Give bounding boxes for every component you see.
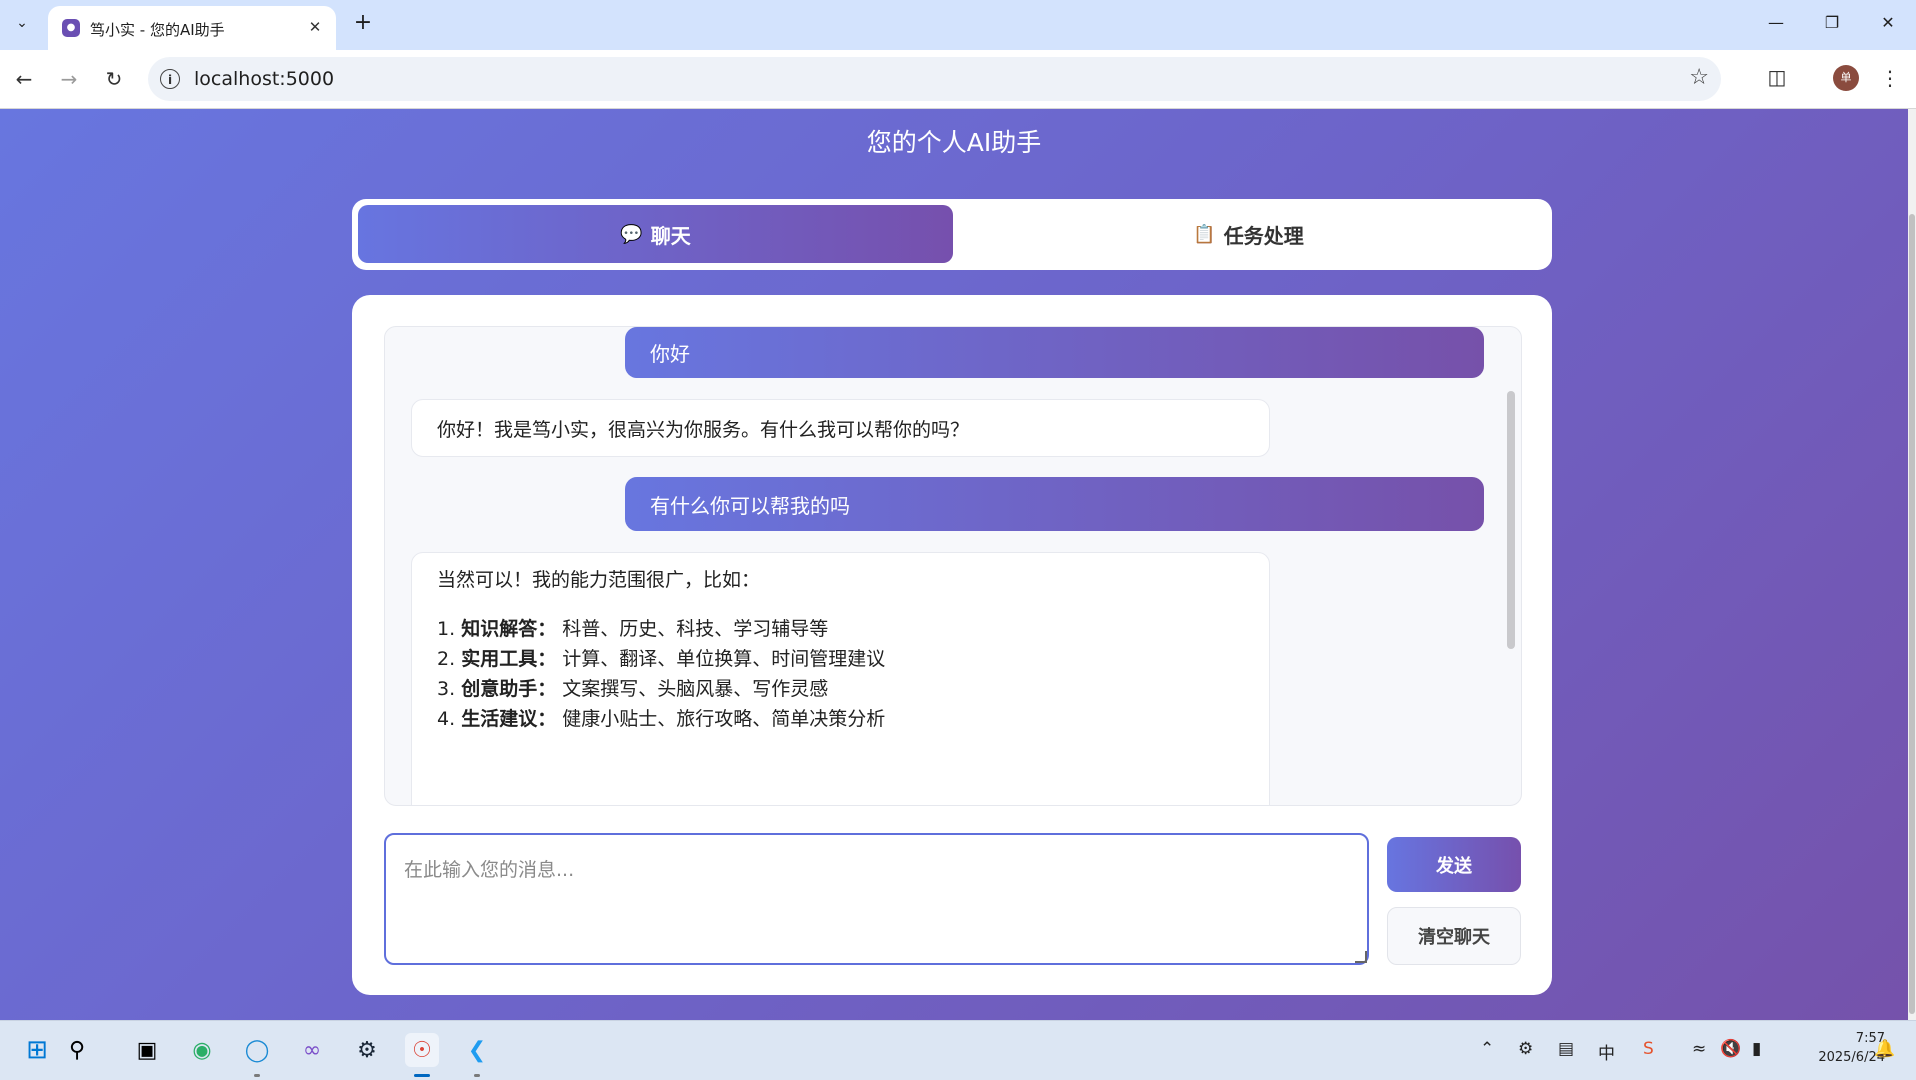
task-view-icon[interactable]: ▣ (130, 1033, 164, 1067)
message-text: 你好 (650, 342, 690, 366)
close-tab-icon[interactable]: ✕ (304, 16, 326, 38)
list-desc: 文案撰写、头脑风暴、写作灵感 (562, 678, 829, 700)
wechat-icon[interactable]: ◉ (185, 1033, 219, 1067)
tab-chat[interactable]: 💬 聊天 (358, 205, 953, 263)
windows-start-icon[interactable]: ⊞ (20, 1033, 54, 1067)
visual-studio-icon[interactable]: ∞ (295, 1033, 329, 1067)
notification-bell-icon[interactable]: 🔔 (1874, 1039, 1895, 1059)
reload-icon[interactable]: ↻ (100, 65, 128, 93)
clock[interactable]: 7:57 2025/6/24 (1785, 1029, 1885, 1067)
steam-tray-icon[interactable]: ⚙ (1518, 1039, 1533, 1059)
active-app-indicator (414, 1074, 430, 1077)
site-info-icon[interactable]: i (160, 69, 180, 89)
assistant-message: 你好！我是笃小实，很高兴为你服务。有什么我可以帮你的吗？ (411, 399, 1270, 457)
list-desc: 科普、历史、科技、学习辅导等 (562, 618, 829, 640)
clear-chat-button[interactable]: 清空聊天 (1387, 907, 1521, 965)
tab-chat-label: 聊天 (650, 223, 691, 248)
user-message: 有什么你可以帮我的吗 (625, 477, 1484, 531)
user-message: 你好 (625, 327, 1484, 378)
message-input[interactable] (384, 833, 1369, 965)
tablet-icon[interactable]: ▤ (1558, 1039, 1574, 1059)
list-separator: ： (537, 708, 557, 730)
profile-avatar[interactable]: 单 (1833, 65, 1859, 91)
favicon-icon: ● (62, 19, 80, 37)
wifi-icon[interactable]: ≈ (1692, 1039, 1706, 1059)
chrome-icon[interactable]: ☉ (405, 1033, 439, 1067)
resize-handle-icon[interactable] (1355, 951, 1367, 963)
message-text: 当然可以！我的能力范围很广，比如： (437, 569, 761, 591)
mode-tab-bar: 💬 聊天 📋 任务处理 (352, 199, 1552, 270)
search-icon[interactable]: ⚲ (60, 1033, 94, 1067)
running-indicator (474, 1074, 480, 1077)
windows-taskbar: ⊞ ⚲ ▣ ◉ ◯ ∞ ⚙ ☉ ❮ ⌃ ⚙ ▤ 中 S ≈ 🔇 ▮ 7:57 2… (0, 1020, 1916, 1080)
tab-title: 笃小实 - 您的AI助手 (90, 21, 225, 39)
page-subtitle: 您的个人AI助手 (866, 128, 1042, 157)
list-title: 知识解答 (461, 618, 538, 640)
list-separator: ： (537, 648, 557, 670)
tab-task[interactable]: 📋 任务处理 (951, 205, 1546, 263)
steam-icon[interactable]: ⚙ (350, 1033, 384, 1067)
browser-toolbar: ← → ↻ i localhost:5000 ☆ ◫ 单 ⋮ (0, 50, 1916, 109)
running-indicator (254, 1074, 260, 1077)
page-viewport: 您的个人AI助手 💬 聊天 📋 任务处理 你好 你好！我是笃小实，很高兴为你服务… (0, 109, 1908, 1020)
volume-muted-icon[interactable]: 🔇 (1720, 1039, 1741, 1059)
list-desc: 健康小贴士、旅行攻略、简单决策分析 (562, 708, 886, 730)
sogou-icon[interactable]: S (1643, 1039, 1654, 1059)
message-text: 有什么你可以帮我的吗 (650, 493, 850, 518)
window-close-icon[interactable]: ✕ (1868, 8, 1908, 38)
message-scrollbar-thumb[interactable] (1507, 391, 1515, 649)
forward-icon[interactable]: → (55, 65, 83, 93)
list-desc: 计算、翻译、单位换算、时间管理建议 (562, 648, 886, 670)
clock-time: 7:57 (1855, 1031, 1885, 1046)
list-number: 2. (437, 648, 456, 670)
input-method-icon[interactable]: 中 (1598, 1039, 1615, 1064)
list-number: 1. (437, 618, 456, 640)
tab-task-label: 任务处理 (1223, 223, 1304, 248)
list-item: 3. 创意助手： 文案撰写、头脑风暴、写作灵感 (437, 674, 1269, 704)
address-bar[interactable]: i localhost:5000 ☆ (148, 57, 1721, 101)
browser-tab-strip: ⌄ ● 笃小实 - 您的AI助手 ✕ + — ❐ ✕ (0, 0, 1916, 50)
new-tab-button[interactable]: + (350, 10, 376, 36)
vscode-icon[interactable]: ❮ (460, 1033, 494, 1067)
message-list[interactable]: 你好 你好！我是笃小实，很高兴为你服务。有什么我可以帮你的吗？ 有什么你可以帮我… (384, 326, 1522, 806)
list-title: 实用工具 (461, 648, 538, 670)
tab-search-chevron-icon[interactable]: ⌄ (8, 9, 36, 37)
message-scrollbar[interactable] (1507, 327, 1515, 805)
edge-browser-icon[interactable]: ◯ (240, 1033, 274, 1067)
speech-bubble-icon: 💬 (620, 223, 643, 245)
extensions-icon[interactable]: ◫ (1765, 65, 1789, 89)
list-item: 4. 生活建议： 健康小贴士、旅行攻略、简单决策分析 (437, 704, 1269, 734)
back-icon[interactable]: ← (10, 65, 38, 93)
message-text: 你好！我是笃小实，很高兴为你服务。有什么我可以帮你的吗？ (437, 418, 970, 441)
restore-icon[interactable]: ❐ (1812, 8, 1852, 38)
list-number: 4. (437, 708, 456, 730)
list-item: 1. 知识解答： 科普、历史、科技、学习辅导等 (437, 614, 1269, 644)
battery-icon[interactable]: ▮ (1752, 1039, 1761, 1059)
list-title: 创意助手 (461, 678, 538, 700)
clock-date: 2025/6/24 (1818, 1050, 1885, 1065)
page-scrollbar[interactable] (1908, 109, 1916, 1020)
list-separator: ： (537, 678, 557, 700)
show-hidden-icons-chevron-icon[interactable]: ⌃ (1480, 1039, 1494, 1059)
chat-card: 你好 你好！我是笃小实，很高兴为你服务。有什么我可以帮你的吗？ 有什么你可以帮我… (352, 295, 1552, 995)
page-scrollbar-thumb[interactable] (1909, 214, 1915, 1014)
list-item: 2. 实用工具： 计算、翻译、单位换算、时间管理建议 (437, 644, 1269, 674)
clipboard-icon: 📋 (1193, 223, 1216, 245)
bookmark-star-icon[interactable]: ☆ (1689, 65, 1709, 90)
list-separator: ： (537, 618, 557, 640)
url-text: localhost:5000 (194, 68, 335, 90)
assistant-message: 当然可以！我的能力范围很广，比如： 1. 知识解答： 科普、历史、科技、学习辅导… (411, 552, 1270, 805)
browser-menu-icon[interactable]: ⋮ (1880, 64, 1900, 92)
minimize-icon[interactable]: — (1756, 8, 1796, 38)
browser-tab[interactable]: ● 笃小实 - 您的AI助手 ✕ (48, 6, 336, 50)
list-title: 生活建议 (461, 708, 538, 730)
list-number: 3. (437, 678, 456, 700)
send-button[interactable]: 发送 (1387, 837, 1521, 892)
